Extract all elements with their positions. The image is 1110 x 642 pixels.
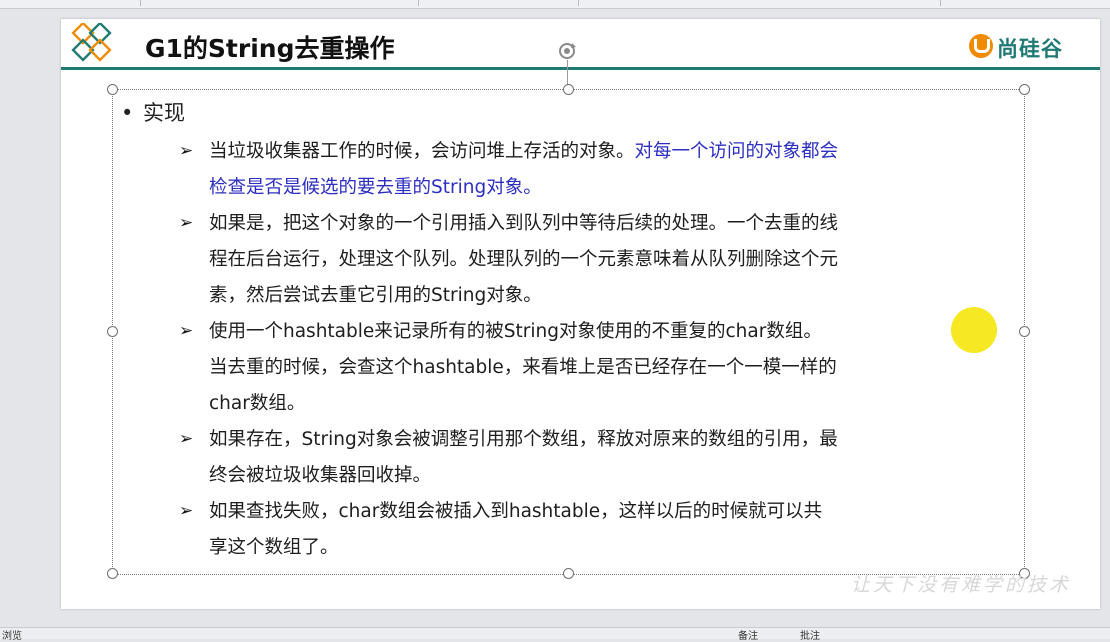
text-run: 终会被垃圾收集器回收掉。 xyxy=(209,465,432,486)
slide-canvas[interactable]: G1的String去重操作 尚硅谷 • 实现 ➢ 当垃圾收集器工作的时候，会访问堆上… xyxy=(61,19,1100,609)
text-run: 素，然后尝试去重它引用的String对象。 xyxy=(209,285,542,306)
brand-mark-icon xyxy=(969,34,993,58)
text-run: 享这个数组了。 xyxy=(209,537,339,558)
sub-bullet-line: 终会被垃圾收集器回收掉。 xyxy=(209,461,431,487)
resize-handle-top-right[interactable] xyxy=(1019,84,1030,95)
status-bar: 浏览 备注 批注 xyxy=(0,627,1110,642)
ribbon-divider xyxy=(418,0,419,6)
ribbon-divider xyxy=(578,0,579,6)
resize-handle-bottom-left[interactable] xyxy=(107,568,118,579)
arrow-bullet-icon: ➢ xyxy=(179,501,194,521)
brand-logo: 尚硅谷 xyxy=(969,32,1089,62)
arrow-bullet-icon: ➢ xyxy=(179,141,194,161)
title-underline xyxy=(61,67,1100,70)
slide-title: G1的String去重操作 xyxy=(145,34,395,63)
watermark: 让天下没有难学的技术 xyxy=(851,574,1072,596)
resize-handle-bottom[interactable] xyxy=(563,568,574,579)
text-run: 如果存在，String对象会被调整引用那个数组，释放对原来的数组的引用，最 xyxy=(209,429,838,450)
rotate-handle-icon[interactable] xyxy=(556,40,578,62)
comments-button[interactable]: 批注 xyxy=(800,627,820,642)
ribbon-strip xyxy=(0,0,1110,9)
ribbon-divider xyxy=(940,0,941,6)
text-run: 当垃圾收集器工作的时候，会访问堆上存活的对象。 xyxy=(209,141,635,162)
resize-handle-right[interactable] xyxy=(1019,326,1030,337)
diamond-logo-icon xyxy=(71,23,112,62)
brand-name: 尚硅谷 xyxy=(997,37,1063,61)
text-run: char数组。 xyxy=(209,393,306,414)
ribbon-divider xyxy=(140,0,141,6)
text-run: 检查是否是候选的要去重的String对象。 xyxy=(209,177,542,198)
arrow-bullet-icon: ➢ xyxy=(179,429,194,449)
text-run: 使用一个hashtable来记录所有的被String对象使用的不重复的char数… xyxy=(209,321,822,342)
sub-bullet-line: 当去重的时候，会查这个hashtable，来看堆上是否已经存在一个一模一样的 xyxy=(209,353,837,379)
text-run: 当去重的时候，会查这个hashtable，来看堆上是否已经存在一个一模一样的 xyxy=(209,357,837,378)
sub-bullet-line: 使用一个hashtable来记录所有的被String对象使用的不重复的char数… xyxy=(209,317,822,343)
resize-handle-top-left[interactable] xyxy=(107,84,118,95)
text-run: 程在后台运行，处理这个队列。处理队列的一个元素意味着从队列删除这个元 xyxy=(209,249,839,270)
sub-bullet-line: char数组。 xyxy=(209,389,305,415)
sub-bullet-line: 检查是否是候选的要去重的String对象。 xyxy=(209,173,542,199)
sub-bullet-line: 如果存在，String对象会被调整引用那个数组，释放对原来的数组的引用，最 xyxy=(209,425,838,451)
bullet-heading-text: 实现 xyxy=(143,101,185,125)
cursor-highlight xyxy=(951,307,997,353)
resize-handle-top[interactable] xyxy=(563,84,574,95)
sub-bullet-line: 素，然后尝试去重它引用的String对象。 xyxy=(209,281,542,307)
text-run: 对每一个访问的对象都会 xyxy=(634,141,839,162)
arrow-bullet-icon: ➢ xyxy=(179,321,194,341)
notes-button[interactable]: 备注 xyxy=(738,627,758,642)
sub-bullet-line: 如果查找失败，char数组会被插入到hashtable，这样以后的时候就可以共 xyxy=(209,497,822,523)
text-run: 如果查找失败，char数组会被插入到hashtable，这样以后的时候就可以共 xyxy=(209,501,823,522)
bullet-heading: • 实现 xyxy=(121,97,185,127)
bullet-dot-icon: • xyxy=(121,101,134,125)
resize-handle-left[interactable] xyxy=(107,326,118,337)
arrow-bullet-icon: ➢ xyxy=(179,213,194,233)
sub-bullet-line: 当垃圾收集器工作的时候，会访问堆上存活的对象。对每一个访问的对象都会 xyxy=(209,137,838,163)
text-run: 如果是，把这个对象的一个引用插入到队列中等待后续的处理。一个去重的线 xyxy=(209,213,839,234)
sub-bullet-line: 如果是，把这个对象的一个引用插入到队列中等待后续的处理。一个去重的线 xyxy=(209,209,838,235)
sub-bullet-line: 享这个数组了。 xyxy=(209,533,339,559)
status-view-label: 浏览 xyxy=(2,631,22,642)
sub-bullet-line: 程在后台运行，处理这个队列。处理队列的一个元素意味着从队列删除这个元 xyxy=(209,245,838,271)
